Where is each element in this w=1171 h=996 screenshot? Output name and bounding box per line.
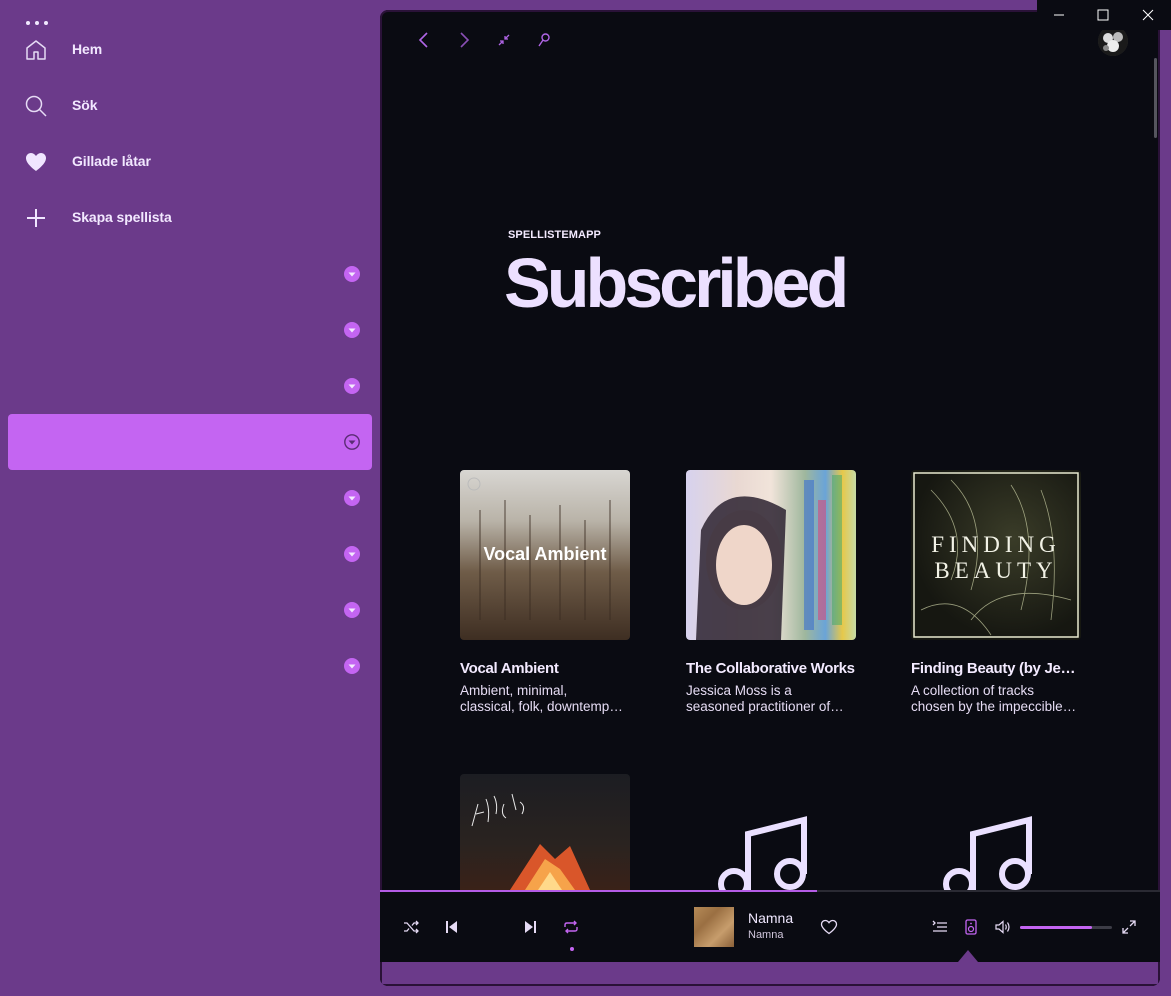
playlist-card[interactable] bbox=[460, 774, 630, 890]
plus-icon bbox=[27, 209, 45, 227]
sidebar: Hem Sök Gillade låtar Skapa spellista bbox=[0, 0, 380, 996]
chevron-down-icon[interactable] bbox=[344, 434, 360, 450]
nav-create-playlist[interactable]: Skapa spellista bbox=[0, 198, 372, 238]
nav-home-label: Hem bbox=[72, 41, 103, 57]
playlist-folder[interactable] bbox=[8, 526, 372, 582]
scrollbar[interactable] bbox=[1154, 58, 1157, 138]
playlist-title[interactable]: The Collaborative Works bbox=[686, 660, 856, 677]
playlist-card[interactable] bbox=[911, 774, 1081, 900]
devices-icon[interactable] bbox=[962, 918, 980, 936]
description-line: Ambient, minimal, bbox=[460, 683, 568, 698]
more-options-icon[interactable] bbox=[25, 18, 49, 28]
previous-track-icon[interactable] bbox=[442, 918, 460, 936]
chevron-down-icon[interactable] bbox=[344, 490, 360, 506]
playlist-card[interactable] bbox=[686, 774, 856, 900]
description-line: classical, folk, downtempo… bbox=[460, 699, 630, 714]
pin-icon[interactable] bbox=[534, 30, 554, 50]
queue-icon[interactable] bbox=[931, 918, 949, 936]
description-line: seasoned practitioner of… bbox=[686, 699, 844, 714]
devices-panel-strip bbox=[382, 962, 1158, 984]
forward-icon[interactable] bbox=[454, 30, 474, 50]
playlist-folder-active[interactable] bbox=[8, 414, 372, 470]
nav-home[interactable]: Hem bbox=[0, 30, 372, 70]
playlist-card[interactable]: Vocal Ambient Vocal Ambient Ambient, min… bbox=[460, 470, 630, 715]
repeat-active-dot bbox=[570, 947, 574, 951]
cover-text: Vocal Ambient bbox=[483, 544, 607, 564]
nav-liked-songs-label: Gillade låtar bbox=[72, 153, 151, 169]
volume-icon[interactable] bbox=[994, 918, 1012, 936]
cover-text-line: FINDING bbox=[931, 532, 1061, 557]
page-title: Subscribed bbox=[504, 244, 849, 322]
next-track-icon[interactable] bbox=[522, 918, 540, 936]
playlist-folder[interactable] bbox=[8, 470, 372, 526]
playlist-cover[interactable] bbox=[686, 470, 856, 640]
description-line: A collection of tracks bbox=[911, 683, 1035, 698]
back-icon[interactable] bbox=[414, 30, 434, 50]
volume-slider-fill bbox=[1020, 926, 1092, 929]
heart-outline-icon[interactable] bbox=[820, 918, 838, 936]
minimize-icon bbox=[1054, 14, 1064, 16]
fullscreen-icon[interactable] bbox=[1120, 918, 1138, 936]
music-note-icon bbox=[943, 816, 1032, 900]
playlist-folder[interactable] bbox=[8, 638, 372, 694]
volume-slider[interactable] bbox=[1020, 926, 1112, 929]
playlist-description: A collection of tracks chosen by the imp… bbox=[911, 683, 1081, 715]
playlist-title[interactable]: Finding Beauty (by Je… bbox=[911, 660, 1081, 677]
player-bar: Namna Namna bbox=[380, 890, 1160, 962]
cover-text-line: BEAUTY bbox=[934, 558, 1058, 583]
main-panel: SPELLISTEMAPP Subscribed Vocal Ambient V… bbox=[380, 10, 1160, 986]
cover-text: FINDING BEAUTY bbox=[911, 532, 1081, 584]
chevron-down-icon[interactable] bbox=[344, 322, 360, 338]
playlist-folder[interactable] bbox=[8, 582, 372, 638]
search-icon bbox=[25, 95, 47, 117]
now-playing-artist[interactable]: Namna bbox=[748, 929, 783, 941]
repeat-icon[interactable] bbox=[562, 918, 580, 936]
playlist-cover[interactable] bbox=[460, 774, 630, 890]
heart-icon bbox=[26, 153, 46, 171]
playlist-title[interactable]: Vocal Ambient bbox=[460, 660, 630, 677]
playlist-card[interactable]: FINDING BEAUTY Finding Beauty (by Je… A … bbox=[911, 470, 1081, 715]
minimize-view-icon[interactable] bbox=[494, 30, 514, 50]
description-line: Jessica Moss is a bbox=[686, 683, 792, 698]
playlist-folder[interactable] bbox=[8, 302, 372, 358]
music-note-icon bbox=[718, 816, 807, 900]
window-minimize-button[interactable] bbox=[1037, 0, 1081, 30]
now-playing-cover[interactable] bbox=[694, 907, 734, 947]
chevron-down-icon[interactable] bbox=[344, 658, 360, 674]
playback-progress-bar[interactable] bbox=[380, 890, 1160, 892]
playlist-cover[interactable]: FINDING BEAUTY bbox=[911, 470, 1081, 640]
chevron-down-icon[interactable] bbox=[344, 378, 360, 394]
chevron-down-icon[interactable] bbox=[344, 602, 360, 618]
window-close-button[interactable] bbox=[1125, 0, 1171, 30]
nav-search[interactable]: Sök bbox=[0, 86, 372, 126]
playlist-cover[interactable]: Vocal Ambient bbox=[460, 470, 630, 640]
playlist-folder[interactable] bbox=[8, 358, 372, 414]
maximize-icon bbox=[1097, 9, 1109, 21]
nav-search-label: Sök bbox=[72, 97, 98, 113]
close-icon bbox=[1142, 9, 1154, 21]
nav-liked-songs[interactable]: Gillade låtar bbox=[0, 142, 372, 182]
chevron-down-icon[interactable] bbox=[344, 266, 360, 282]
devices-popover-pointer bbox=[958, 950, 978, 962]
home-icon bbox=[26, 40, 46, 60]
now-playing-title[interactable]: Namna bbox=[748, 910, 793, 926]
playlist-folder[interactable] bbox=[8, 246, 372, 302]
chevron-down-icon[interactable] bbox=[344, 546, 360, 562]
playback-progress-fill bbox=[380, 890, 817, 892]
nav-create-playlist-label: Skapa spellista bbox=[72, 209, 172, 225]
description-line: chosen by the impeccible… bbox=[911, 699, 1077, 714]
playlist-description: Ambient, minimal, classical, folk, downt… bbox=[460, 683, 630, 715]
user-avatar[interactable] bbox=[1098, 26, 1128, 56]
window-maximize-button[interactable] bbox=[1081, 0, 1125, 30]
shuffle-icon[interactable] bbox=[402, 918, 420, 936]
playlist-card[interactable]: The Collaborative Works Jessica Moss is … bbox=[686, 470, 856, 715]
playlist-description: Jessica Moss is a seasoned practitioner … bbox=[686, 683, 856, 715]
